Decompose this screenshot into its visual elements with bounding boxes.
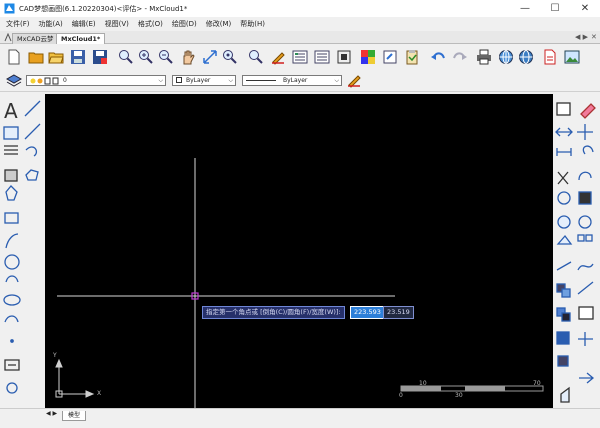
draw-toolbar: A	[0, 94, 44, 408]
clipboard-icon[interactable]	[404, 49, 420, 65]
save-as-icon[interactable]	[92, 49, 108, 65]
open-folder-icon[interactable]	[48, 49, 64, 65]
layout-tab-bar: ◀ ▶ 模型	[0, 408, 600, 428]
pan-hand-icon[interactable]	[180, 49, 196, 65]
app-logo-icon	[4, 3, 15, 14]
zoom-realtime-icon[interactable]	[138, 49, 154, 65]
ucs-x-label: X	[97, 390, 102, 397]
model-tab[interactable]: 模型	[62, 411, 87, 421]
color-select-value: ByLayer	[186, 77, 211, 84]
color-swatch	[176, 77, 182, 83]
layer-state-icons	[30, 77, 59, 85]
new-file-icon[interactable]	[6, 49, 22, 65]
linetype-select[interactable]: ByLayer ⌵	[242, 75, 342, 86]
maximize-button[interactable]: ☐	[540, 0, 570, 17]
save-icon[interactable]	[70, 49, 86, 65]
modify-toolbar-icons	[555, 102, 596, 403]
color-palette-icon[interactable]	[360, 49, 376, 65]
minimize-button[interactable]: —	[510, 0, 540, 17]
tab-menu-icon[interactable]	[4, 33, 12, 42]
tab-nav-arrows[interactable]: ◀ ▶	[575, 31, 588, 44]
scale-label: 70	[533, 380, 541, 387]
print-icon[interactable]	[476, 49, 492, 65]
document-tab-bar: MxCAD云梦 MxCloud1* ◀ ▶ ✕	[0, 31, 600, 44]
close-button[interactable]: ✕	[570, 0, 600, 17]
menu-help[interactable]: 帮助(H)	[240, 19, 265, 29]
x-coordinate-input[interactable]: 223.593	[350, 306, 385, 319]
match-properties-icon[interactable]	[346, 72, 362, 88]
svg-text:A: A	[4, 99, 18, 123]
command-prompt-tooltip: 指定第一个角点或 [倒角(C)/圆角(F)/宽度(W)]:	[202, 306, 345, 319]
scale-label: 10	[419, 380, 427, 387]
ucs-y-label: Y	[53, 352, 57, 359]
zoom-scale-icon[interactable]	[248, 49, 264, 65]
insert-block-icon[interactable]	[382, 49, 398, 65]
window-title: CAD梦想画图(6.1.20220304)<评估> - MxCloud1*	[19, 4, 188, 13]
drawing-canvas-graphics	[55, 158, 544, 408]
globe-icon[interactable]	[498, 49, 514, 65]
menu-function[interactable]: 功能(A)	[39, 19, 63, 29]
pencil-edit-icon[interactable]	[270, 49, 286, 65]
menu-view[interactable]: 视图(V)	[105, 19, 129, 29]
menu-format[interactable]: 格式(O)	[138, 19, 163, 29]
web-publish-icon[interactable]	[518, 49, 534, 65]
list-icon[interactable]	[314, 49, 330, 65]
chevron-down-icon: ⌵	[228, 77, 233, 84]
block-icon[interactable]	[336, 49, 352, 65]
drawing-canvas[interactable]: Y X 10 70 0 30	[45, 94, 553, 408]
chevron-down-icon: ⌵	[334, 77, 339, 84]
redo-icon[interactable]	[452, 49, 468, 65]
standard-toolbar	[0, 44, 600, 70]
open-file-icon[interactable]	[28, 49, 44, 65]
tab-close-button[interactable]: ✕	[591, 31, 597, 44]
image-export-icon[interactable]	[564, 49, 580, 65]
pdf-export-icon[interactable]	[542, 49, 558, 65]
color-select[interactable]: ByLayer ⌵	[172, 75, 236, 86]
scale-label: 30	[455, 392, 463, 399]
menu-bar: 文件(F) 功能(A) 编辑(E) 视图(V) 格式(O) 绘图(D) 修改(M…	[0, 17, 600, 31]
tab-mxcloud1[interactable]: MxCloud1*	[56, 33, 106, 44]
menu-draw[interactable]: 绘图(D)	[172, 19, 197, 29]
zoom-window-icon[interactable]	[118, 49, 134, 65]
menu-modify[interactable]: 修改(M)	[206, 19, 232, 29]
title-bar: CAD梦想画图(6.1.20220304)<评估> - MxCloud1* — …	[0, 0, 600, 17]
ucs-icon	[55, 358, 95, 398]
chevron-down-icon: ⌵	[158, 77, 163, 84]
undo-icon[interactable]	[430, 49, 446, 65]
cad-window: CAD梦想画图(6.1.20220304)<评估> - MxCloud1* — …	[0, 0, 600, 428]
modify-toolbar	[553, 94, 600, 408]
linetype-select-value: ByLayer	[283, 77, 308, 84]
zoom-previous-icon[interactable]	[222, 49, 238, 65]
layer-select-value: 0	[63, 77, 67, 84]
layer-select[interactable]: 0 ⌵	[26, 75, 166, 86]
draw-toolbar-icons: A	[3, 99, 41, 394]
layout-nav-arrows[interactable]: ◀ ▶	[46, 410, 57, 417]
zoom-extents-icon[interactable]	[202, 49, 218, 65]
zoom-in-icon[interactable]	[158, 49, 174, 65]
linetype-preview	[246, 80, 276, 81]
tab-mxcad-cloud[interactable]: MxCAD云梦	[12, 33, 59, 44]
properties-icon[interactable]	[292, 49, 308, 65]
layer-manager-icon[interactable]	[6, 73, 22, 89]
scale-label: 0	[399, 392, 403, 399]
menu-file[interactable]: 文件(F)	[6, 19, 30, 29]
y-coordinate-input[interactable]: 23.519	[383, 306, 414, 319]
menu-edit[interactable]: 编辑(E)	[72, 19, 96, 29]
